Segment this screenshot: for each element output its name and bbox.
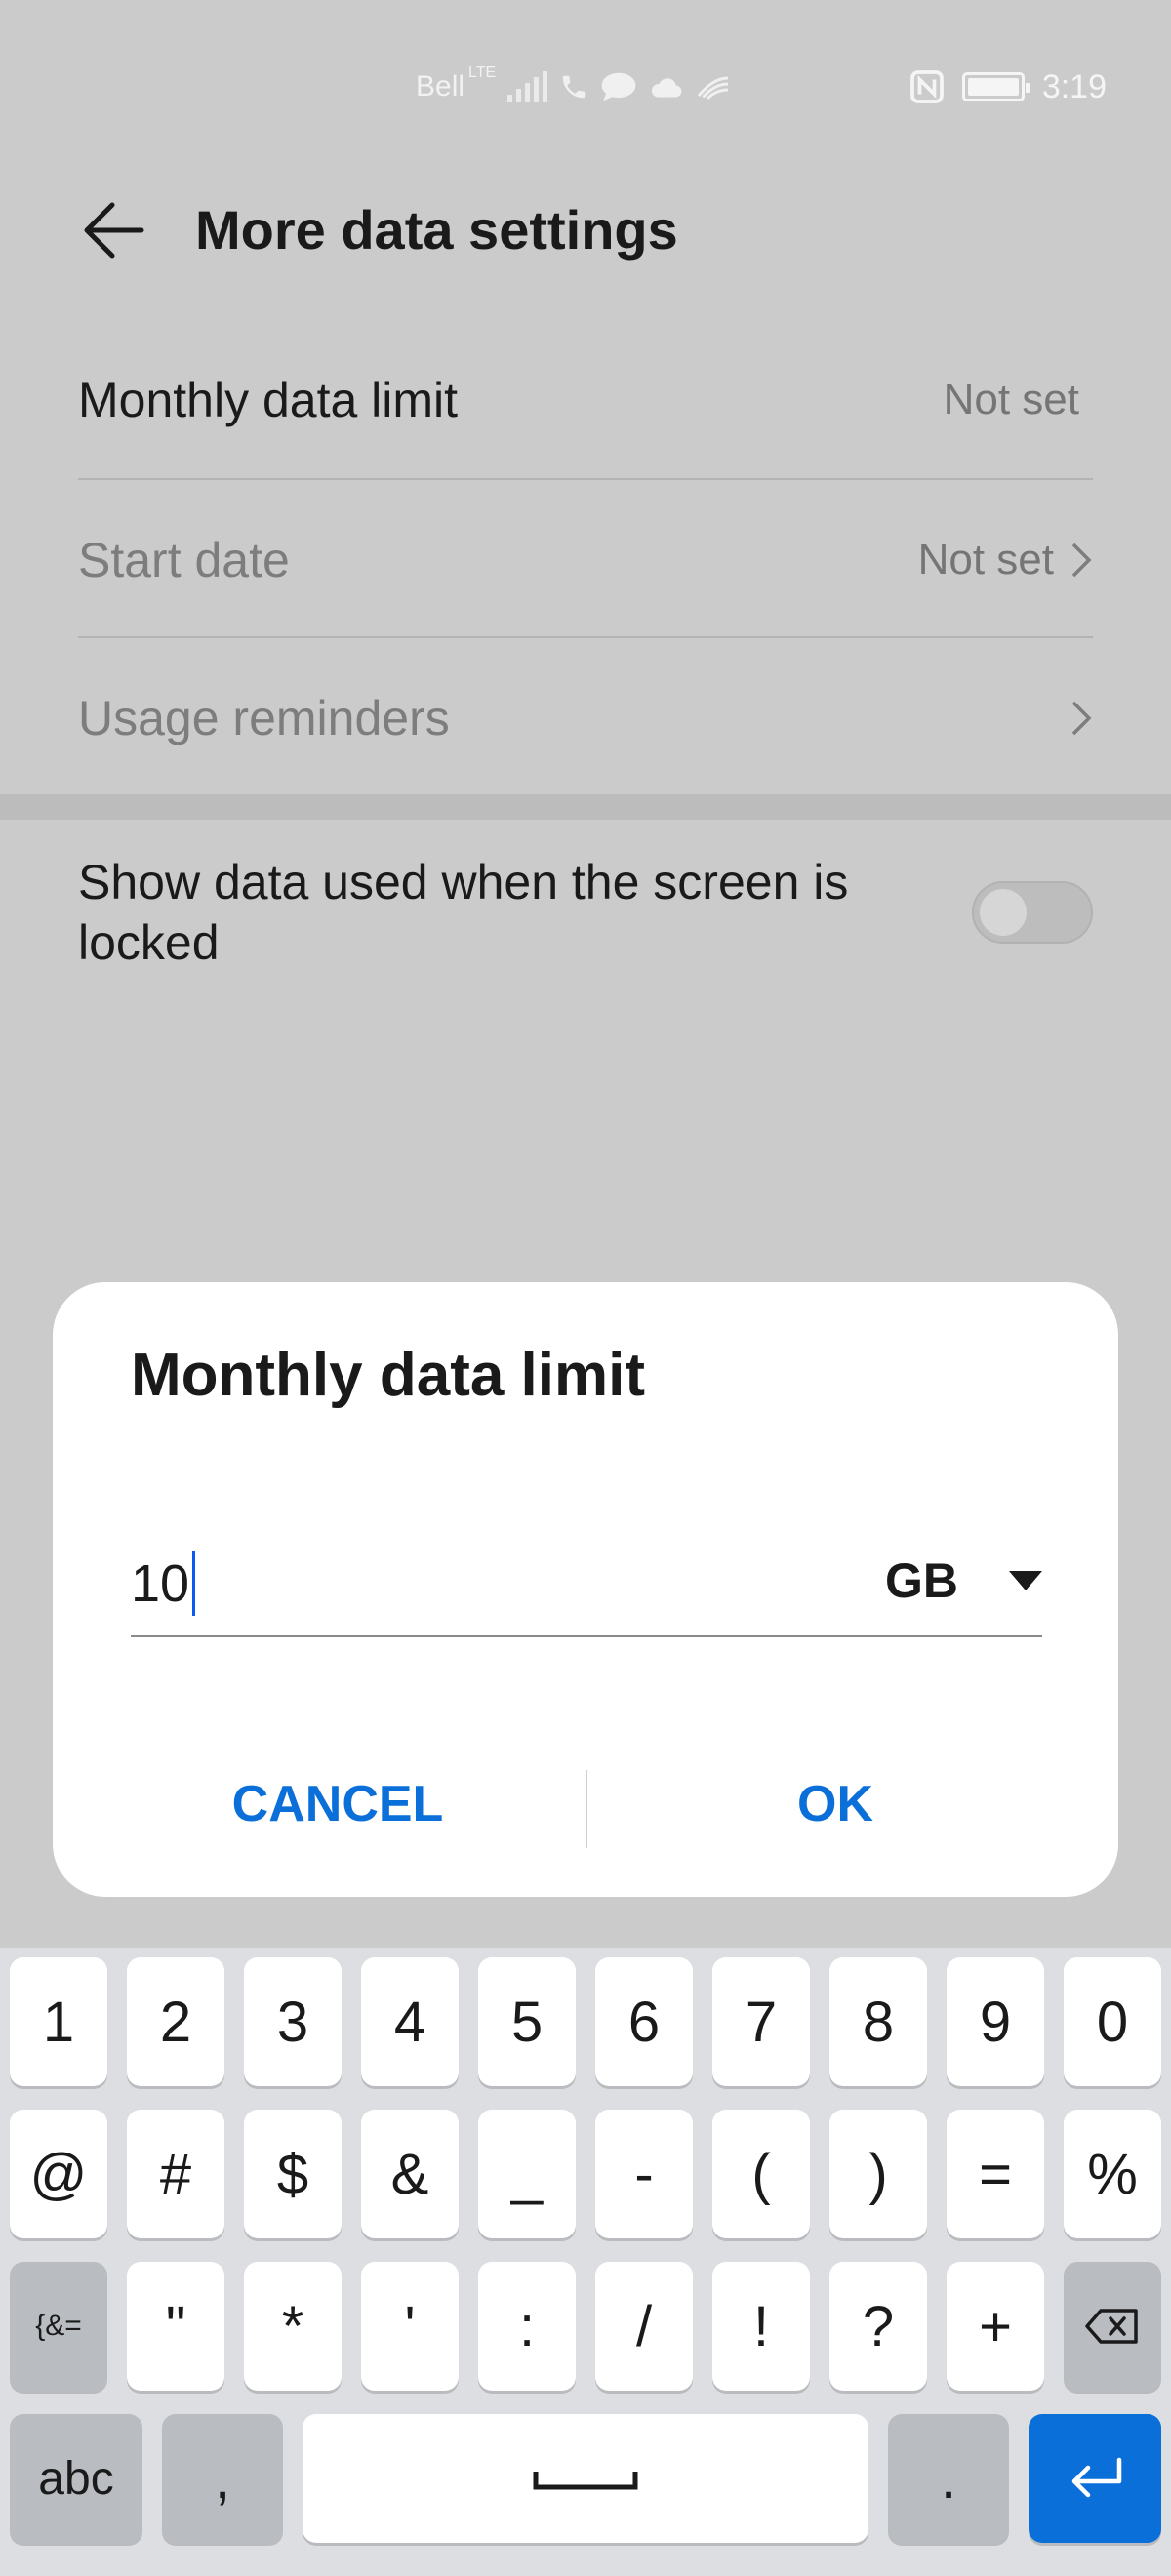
enter-icon xyxy=(1071,2457,1122,2498)
start-date-row[interactable]: Start date Not set xyxy=(78,521,1093,599)
monthly-data-limit-row[interactable]: Monthly data limit Not set xyxy=(78,361,1093,439)
chevron-right-icon xyxy=(1071,543,1092,578)
cancel-button[interactable]: CANCEL xyxy=(90,1751,586,1858)
back-arrow-icon xyxy=(84,202,144,259)
wifi-calling-icon xyxy=(562,75,586,99)
show-data-locked-label: Show data used when the screen is locked xyxy=(78,852,848,973)
show-data-locked-label-line2: locked xyxy=(78,915,220,970)
show-data-locked-label-line1: Show data used when the screen is xyxy=(78,855,849,909)
data-limit-input-value: 10 xyxy=(131,1554,190,1613)
dropdown-arrow-icon xyxy=(1009,1571,1042,1590)
key[interactable]: 9 xyxy=(947,1957,1044,2086)
space-key[interactable] xyxy=(303,2414,868,2543)
numeric-symbol-keyboard: 1 2 3 4 5 6 7 8 9 0 @ # $ & _ - ( ) = % … xyxy=(0,1948,1171,2576)
enter-key[interactable] xyxy=(1029,2414,1161,2543)
key[interactable]: 1 xyxy=(10,1957,107,2086)
period-key[interactable]: . xyxy=(888,2414,1009,2543)
key[interactable]: & xyxy=(361,2110,459,2238)
start-date-value: Not set xyxy=(917,536,1054,584)
key[interactable]: ' xyxy=(361,2262,459,2391)
space-bar-icon xyxy=(533,2472,638,2490)
page-title: More data settings xyxy=(195,199,678,261)
key[interactable]: - xyxy=(595,2110,693,2238)
message-icon xyxy=(601,72,636,101)
dialog-title: Monthly data limit xyxy=(131,1342,645,1409)
key[interactable]: 7 xyxy=(712,1957,810,2086)
key[interactable]: 2 xyxy=(127,1957,224,2086)
key[interactable]: : xyxy=(478,2262,576,2391)
key[interactable]: = xyxy=(947,2110,1044,2238)
unit-selected-value: GB xyxy=(885,1553,958,1608)
key[interactable]: 5 xyxy=(478,1957,576,2086)
section-separator xyxy=(0,794,1171,820)
key[interactable]: * xyxy=(244,2262,342,2391)
comma-key[interactable]: , xyxy=(162,2414,283,2543)
monthly-data-limit-value: Not set xyxy=(943,376,1079,423)
key[interactable]: @ xyxy=(10,2110,107,2238)
usage-reminders-label: Usage reminders xyxy=(78,691,450,745)
status-time: 3:19 xyxy=(1041,67,1107,105)
network-type: LTE xyxy=(468,64,497,81)
backspace-icon xyxy=(1085,2309,1138,2344)
backspace-key[interactable] xyxy=(1064,2262,1161,2391)
divider xyxy=(78,478,1093,480)
show-data-locked-row[interactable]: Show data used when the screen is locked xyxy=(78,849,1093,976)
key[interactable]: ( xyxy=(712,2110,810,2238)
monthly-data-limit-label: Monthly data limit xyxy=(78,373,459,427)
key[interactable]: 6 xyxy=(595,1957,693,2086)
toggle-knob xyxy=(980,889,1027,936)
chevron-right-icon xyxy=(1071,701,1092,736)
show-data-locked-toggle[interactable] xyxy=(972,881,1093,944)
key[interactable]: 8 xyxy=(829,1957,927,2086)
usage-reminders-row[interactable]: Usage reminders xyxy=(78,679,1093,757)
battery-icon xyxy=(961,72,1030,101)
symbols-page-key[interactable]: {&= xyxy=(10,2262,107,2391)
app-bar: More data settings xyxy=(0,172,1171,289)
key[interactable]: ! xyxy=(712,2262,810,2391)
status-right: 3:19 xyxy=(909,64,1107,109)
data-limit-input[interactable]: 10 xyxy=(131,1551,196,1616)
key[interactable]: + xyxy=(947,2262,1044,2391)
cloud-icon xyxy=(652,78,682,98)
key[interactable]: 0 xyxy=(1064,1957,1161,2086)
wireless-icon xyxy=(698,76,729,101)
ok-button[interactable]: OK xyxy=(587,1751,1083,1858)
key[interactable]: # xyxy=(127,2110,224,2238)
key[interactable]: $ xyxy=(244,2110,342,2238)
start-date-value-group: Not set xyxy=(918,536,1093,584)
unit-dropdown[interactable]: GB xyxy=(885,1546,1042,1616)
nfc-icon xyxy=(909,70,944,103)
status-left: Bell LTE xyxy=(416,64,731,109)
key[interactable]: % xyxy=(1064,2110,1161,2238)
signal-icon xyxy=(507,71,548,102)
carrier-name: Bell xyxy=(416,70,465,102)
start-date-label: Start date xyxy=(78,533,290,587)
abc-key[interactable]: abc xyxy=(10,2414,142,2543)
divider xyxy=(78,636,1093,638)
monthly-data-limit-dialog: Monthly data limit 10 GB CANCEL OK xyxy=(53,1282,1118,1897)
status-bar: Bell LTE 3:19 xyxy=(0,0,1171,172)
key[interactable]: / xyxy=(595,2262,693,2391)
key[interactable]: ? xyxy=(829,2262,927,2391)
key[interactable]: 4 xyxy=(361,1957,459,2086)
key[interactable]: _ xyxy=(478,2110,576,2238)
key[interactable]: " xyxy=(127,2262,224,2391)
key[interactable]: ) xyxy=(829,2110,927,2238)
data-limit-input-row: 10 GB xyxy=(131,1532,1042,1637)
back-button[interactable] xyxy=(74,193,152,267)
key[interactable]: 3 xyxy=(244,1957,342,2086)
text-caret xyxy=(192,1551,196,1616)
